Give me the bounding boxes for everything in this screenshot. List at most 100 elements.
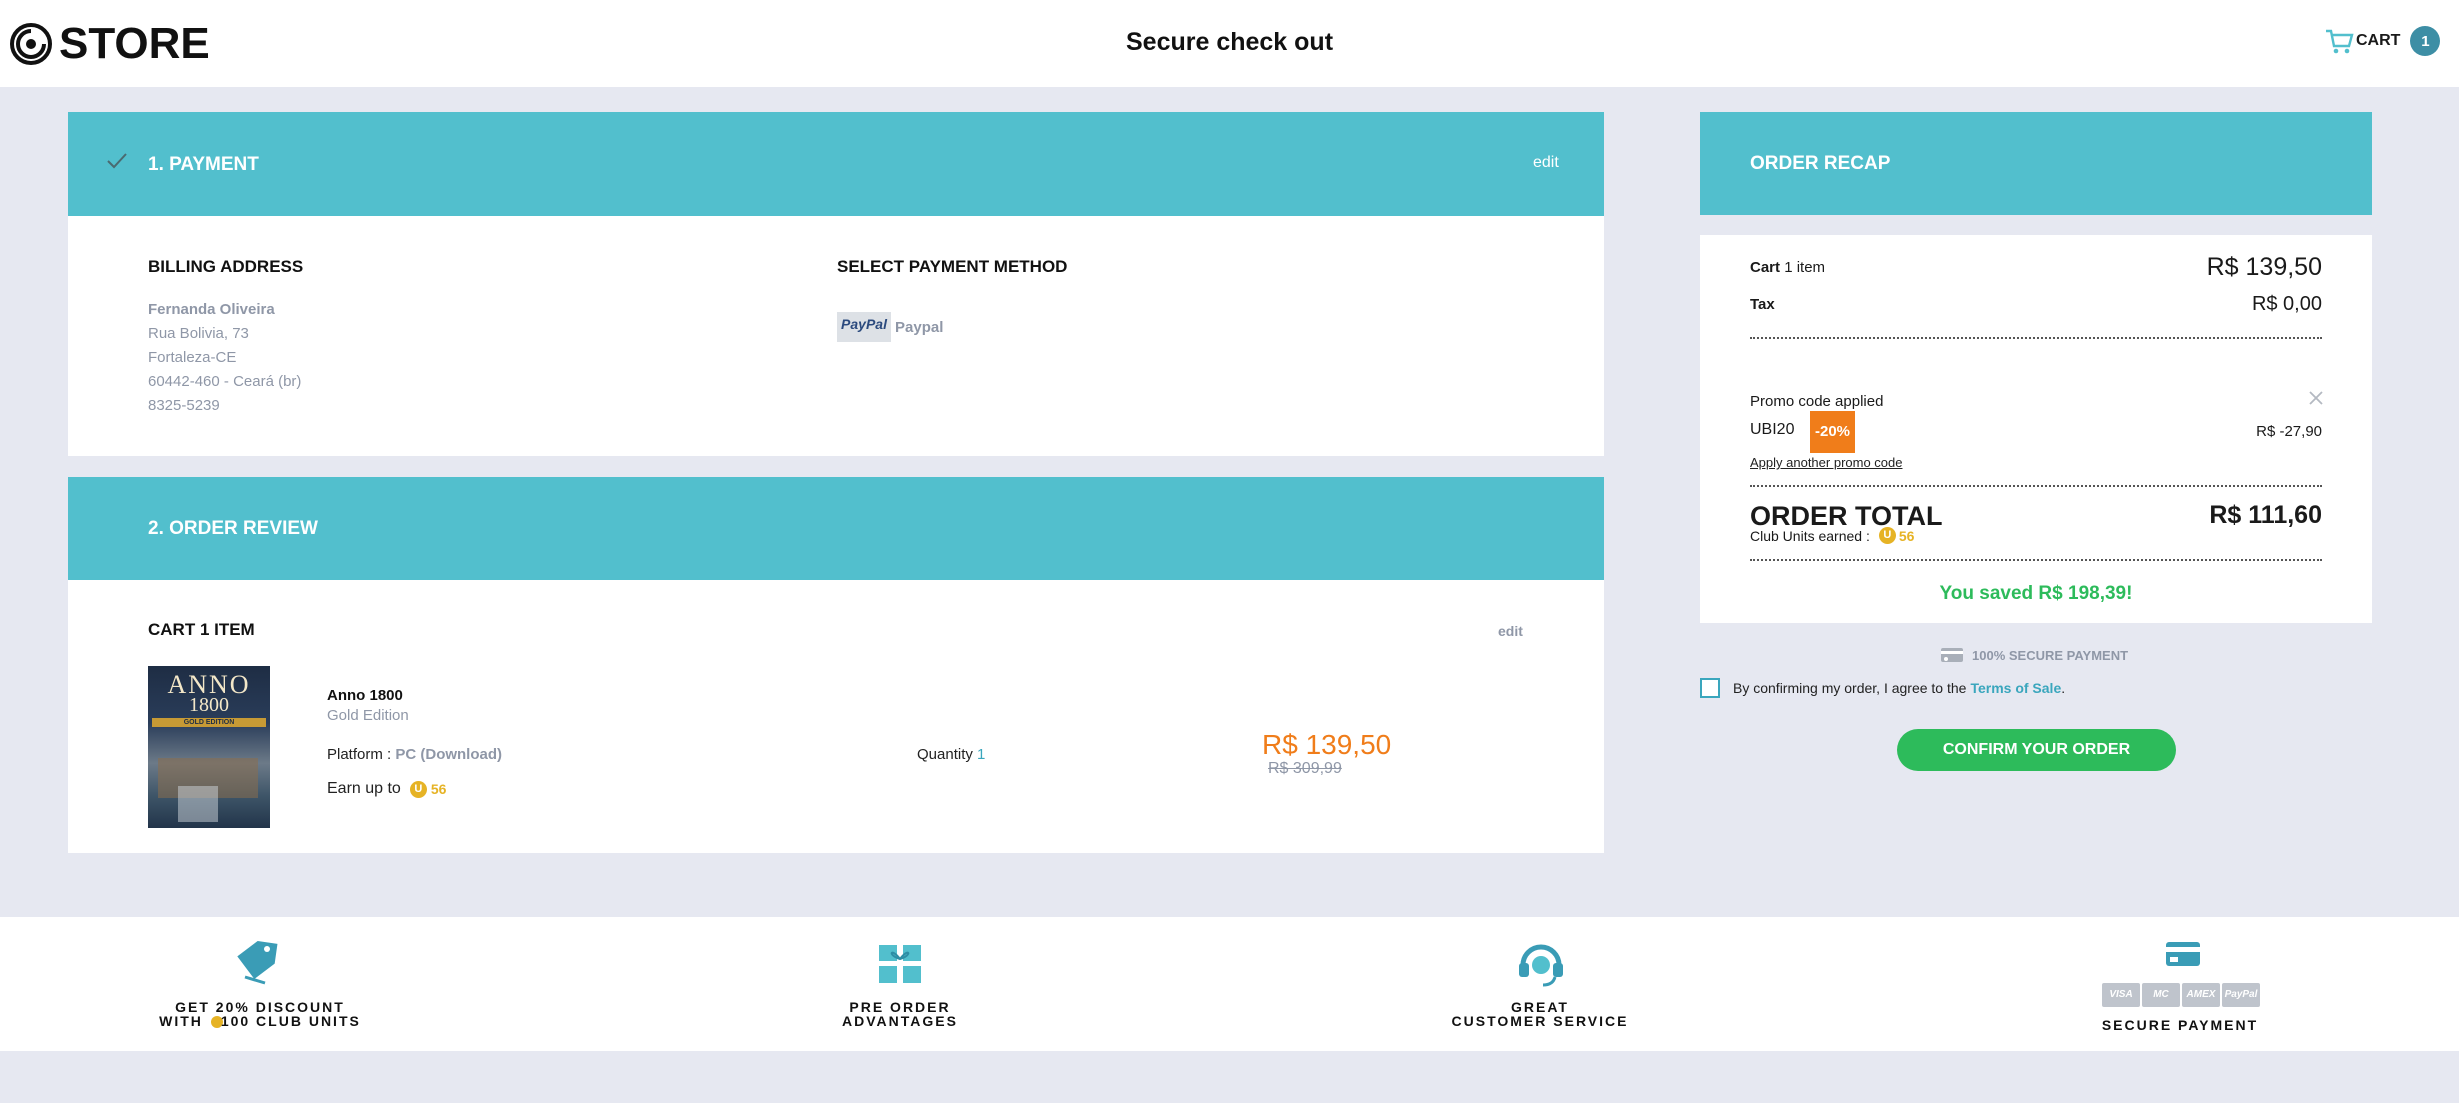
secure-card-icon [1941,648,1963,662]
feature-preorder-line2: ADVANTAGES [842,1013,958,1029]
recap-divider-2 [1750,485,2322,487]
billing-zip: 60442-460 - Ceará (br) [148,373,302,390]
promo-discount-value: R$ -27,90 [2256,423,2322,440]
payment-method-heading: SELECT PAYMENT METHOD [837,257,1068,276]
earn-units-value: 56 [430,781,447,797]
terms-consent: By confirming my order, I agree to the T… [1700,678,2065,698]
club-units-earned: Club Units earned : U 56 [1750,527,1914,544]
order-recap-panel: Cart 1 item R$ 139,50 Tax R$ 0,00 Promo … [1700,235,2372,623]
confirm-order-button[interactable]: CONFIRM YOUR ORDER [1897,729,2176,771]
recap-divider-1 [1750,337,2322,339]
recap-divider-3 [1750,559,2322,561]
earn-label: Earn up to [327,780,401,797]
cart-items-heading: CART 1 ITEM [148,620,255,639]
feature-service-line2: CUSTOMER SERVICE [1451,1013,1629,1029]
order-recap-title: ORDER RECAP [1750,153,1891,174]
recap-cart-price: R$ 139,50 [2206,253,2322,281]
item-name[interactable]: Anno 1800 [327,687,403,704]
feature-preorder-line1: PRE ORDER [849,999,951,1015]
order-review-title: 2. ORDER REVIEW [148,518,318,539]
feature-secure-payment: SECURE PAYMENT [2101,1017,2259,1033]
cart-count-badge: 1 [2410,26,2441,56]
cart-button[interactable]: CART 1 [2324,26,2441,56]
item-quantity: Quantity 1 [917,746,985,763]
cart-icon [2326,29,2354,54]
features-footer: GET 20% DISCOUNT WITH 100 CLUB UNITS PRE… [0,917,2459,1051]
feature-preorder: PRE ORDER ADVANTAGES [740,1000,1060,1028]
terms-checkbox[interactable] [1700,678,1720,698]
promo-discount-badge: -20% [1810,411,1855,453]
feature-customer-service: GREAT CUSTOMER SERVICE [1380,1000,1700,1028]
platform-label: Platform : [327,746,392,763]
order-review-section-header[interactable]: 2. ORDER REVIEW [68,477,1604,580]
feature-discount-line1: GET 20% DISCOUNT [175,999,345,1015]
club-units-label: Club Units earned : [1750,527,1870,544]
recap-tax-value: R$ 0,00 [2251,293,2322,315]
discount-tag-icon [231,939,285,992]
order-review-panel: CART 1 ITEM edit ANNO 1800 GOLD EDITION … [68,580,1604,853]
you-saved-text: You saved R$ 198,39! [1939,583,2133,604]
billing-address-block: Fernanda Oliveira Rua Bolivia, 73 Fortal… [148,298,301,418]
terms-of-sale-link[interactable]: Terms of Sale [1970,680,2061,696]
promo-code: UBI20 [1750,421,1795,438]
item-edition: Gold Edition [327,707,409,724]
terms-prefix: By confirming my order, I agree to the [1733,680,1967,696]
visa-card-badge: VISA [2102,983,2140,1007]
quantity-label: Quantity [917,746,973,763]
paypal-card-badge: PayPal [2222,983,2260,1007]
paypal-logo: PayPal [837,312,891,342]
checkmark-icon [107,153,127,169]
billing-city: Fortaleza-CE [148,349,237,366]
item-platform: Platform : PC (Download) [327,746,502,763]
gift-box-icon [877,941,923,990]
feature-discount-suffix: 100 CLUB UNITS [220,1013,361,1029]
remove-promo-close-icon[interactable] [2308,390,2324,406]
recap-tax-label: Tax [1750,296,1775,313]
secure-payment-badge: 100% SECURE PAYMENT [1940,646,2128,664]
cart-label: CART [2356,32,2401,49]
feature-discount-line2: WITH 100 CLUB UNITS [100,1013,420,1029]
quantity-value[interactable]: 1 [977,746,985,763]
platform-value: PC (Download) [395,746,503,763]
page-title: Secure check out [1125,28,1334,56]
amex-card-badge: AMEX [2182,983,2220,1007]
top-header: STORE Secure check out CART 1 [0,0,2459,87]
headset-support-icon [1515,939,1567,994]
promo-applied-label: Promo code applied [1750,393,1884,410]
item-earn-units: Earn up to U 56 [327,780,446,798]
order-recap-header: ORDER RECAP [1700,112,2372,215]
cover-edition-band: GOLD EDITION [152,718,266,727]
billing-address-heading: BILLING ADDRESS [148,257,304,276]
payment-section-header[interactable]: 1. PAYMENT edit [68,112,1604,216]
club-units-value: 56 [1898,527,1915,544]
recap-cart-items: 1 item [1784,259,1826,276]
club-unit-coin-icon: U [409,780,427,798]
terms-suffix: . [2061,680,2066,696]
order-total-value: R$ 111,60 [2209,501,2322,529]
review-edit-link[interactable]: edit [1498,623,1523,639]
card-brand-logos: VISA MC AMEX PayPal [2096,983,2266,1007]
billing-name: Fernanda Oliveira [148,301,275,318]
recap-cart-line: Cart 1 item [1750,259,1825,276]
payment-method-paypal[interactable]: PayPal Paypal [837,312,943,342]
mastercard-card-badge: MC [2142,983,2180,1007]
apply-another-promo-link[interactable]: Apply another promo code [1750,455,1902,470]
club-unit-coin-icon: U [1878,527,1896,544]
billing-street: Rua Bolivia, 73 [148,325,249,342]
paypal-label: Paypal [895,318,944,336]
payment-section-title: 1. PAYMENT [148,154,259,175]
item-old-price: R$ 309,99 [1268,760,1342,777]
feature-discount: GET 20% DISCOUNT WITH 100 CLUB UNITS [100,999,420,1029]
item-price: R$ 139,50 [1262,729,1392,760]
feature-discount-prefix: WITH [159,1013,203,1029]
feature-service-line1: GREAT [1511,999,1569,1015]
recap-cart-label: Cart [1750,259,1781,276]
payment-panel: BILLING ADDRESS Fernanda Oliveira Rua Bo… [68,216,1604,456]
secure-payment-label: 100% SECURE PAYMENT [1972,647,2129,663]
billing-phone: 8325-5239 [148,397,220,414]
cover-year: 1800 [189,694,229,716]
payment-edit-link[interactable]: edit [1533,154,1559,172]
cover-art-ship [178,786,218,822]
game-cover-image[interactable]: ANNO 1800 GOLD EDITION [148,666,270,828]
secure-payment-card-icon [2164,940,2202,973]
